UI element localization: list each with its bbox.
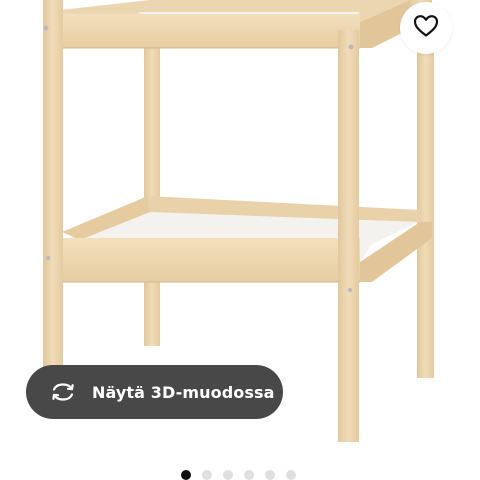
favourite-button[interactable]: [400, 2, 452, 54]
heart-icon: [413, 14, 439, 42]
carousel-dot[interactable]: [265, 470, 275, 480]
rotate-3d-icon: [48, 380, 78, 404]
carousel-pagination: [181, 470, 296, 480]
view-3d-button[interactable]: Näytä 3D-muodossa: [26, 365, 283, 419]
product-gallery: Näytä 3D-muodossa: [0, 0, 480, 480]
carousel-dot[interactable]: [181, 470, 191, 480]
carousel-dot[interactable]: [286, 470, 296, 480]
view-3d-label: Näytä 3D-muodossa: [92, 382, 275, 402]
carousel-dot[interactable]: [244, 470, 254, 480]
carousel-dot[interactable]: [223, 470, 233, 480]
carousel-dot[interactable]: [202, 470, 212, 480]
